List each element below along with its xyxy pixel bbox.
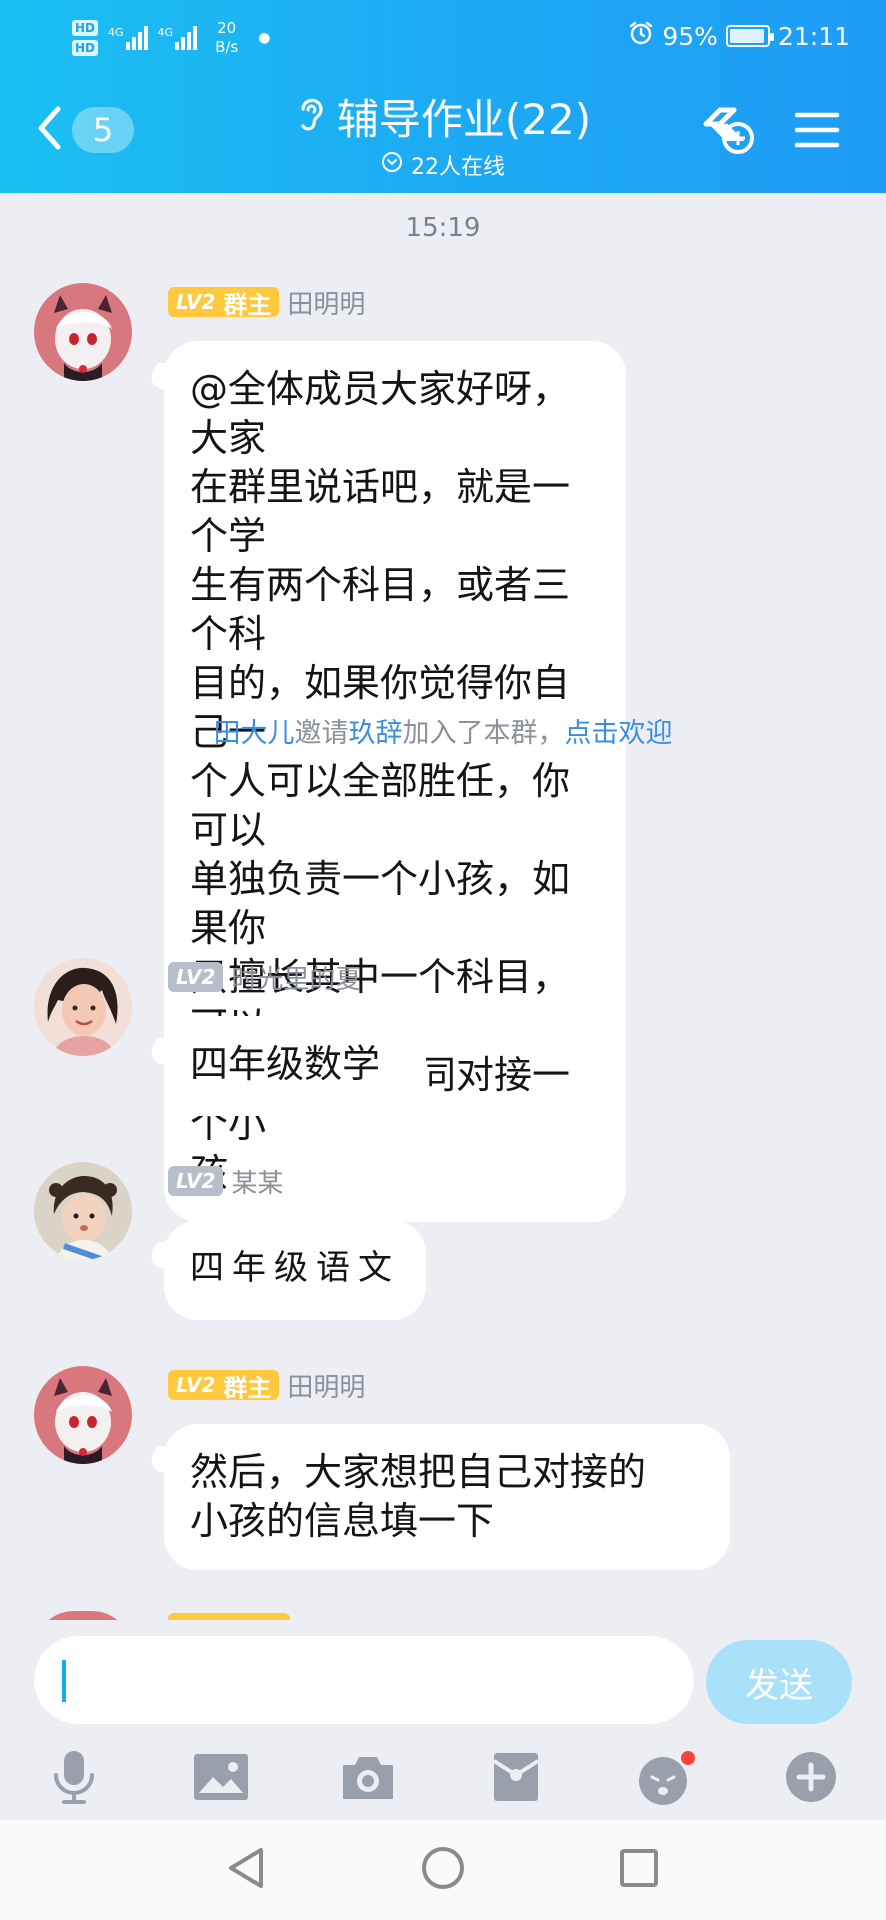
signal-sim1: 4G <box>108 26 148 50</box>
composer-toolbar <box>0 1740 886 1820</box>
level-badge: LV2 <box>168 1166 224 1196</box>
red-packet-button[interactable] <box>481 1744 551 1814</box>
level-badge <box>168 1613 290 1620</box>
sender-name[interactable]: 某某 <box>231 1163 283 1200</box>
network-type-label: 4G <box>157 26 174 39</box>
back-triangle-icon <box>225 1846 269 1894</box>
emoji-button[interactable] <box>628 1744 698 1814</box>
level-badge: LV2 <box>168 962 224 992</box>
network-type-label: 4G <box>108 26 124 39</box>
menu-button[interactable] <box>782 100 852 164</box>
message-bubble[interactable]: 然后，大家想把自己对接的 小孩的信息填一下 <box>164 1424 730 1570</box>
message-timestamp: 15:19 <box>405 213 481 243</box>
notification-dot-icon: ● <box>258 30 271 46</box>
message-item: LV2 群主 田明明 然后，大家想把自己对接的 小孩的信息填一下 <box>34 1366 854 1570</box>
message-meta: LV2 时光里的夏 <box>168 959 361 996</box>
message-meta: LV2 群主 田明明 <box>168 1367 365 1404</box>
clock-time: 21:11 <box>777 21 850 51</box>
hamburger-menu-icon <box>794 110 840 154</box>
signal-bars-icon <box>175 26 198 50</box>
recents-square-icon <box>617 1846 661 1894</box>
level-label: LV2 <box>176 965 216 989</box>
more-button[interactable] <box>776 1744 846 1814</box>
battery-icon <box>725 25 774 47</box>
level-label: LV2 <box>176 1169 216 1193</box>
avatar[interactable] <box>34 283 132 381</box>
network-speed-unit: B/s <box>215 38 239 56</box>
level-label: LV2 <box>176 1373 216 1397</box>
camera-icon <box>339 1753 397 1805</box>
plus-icon <box>784 1750 838 1808</box>
emoji-icon <box>635 1751 695 1807</box>
status-bar-left: HD HD 4G 4G 20 B/s ● <box>72 12 270 64</box>
message-bubble[interactable]: 四年级数学 <box>164 1016 426 1116</box>
alarm-clock-icon <box>628 20 654 52</box>
nav-back-button[interactable] <box>214 1840 280 1900</box>
online-count[interactable]: 22人在线 <box>411 149 505 181</box>
message-item: LV2 某某 四年级语文 <box>34 1162 854 1322</box>
welcome-link[interactable]: 点击欢迎 <box>565 718 673 749</box>
image-icon <box>193 1753 249 1805</box>
signal-bars-icon <box>125 26 148 50</box>
message-meta: LV2 群主 田明明 <box>168 284 365 321</box>
sender-name[interactable]: 田明明 <box>287 1367 365 1404</box>
join-text: 加入了本群， <box>402 718 565 749</box>
online-status-icon <box>381 151 403 179</box>
nav-recents-button[interactable] <box>606 1840 672 1900</box>
level-badge: LV2 群主 <box>168 1370 280 1402</box>
battery-percent: 95% <box>662 21 718 51</box>
sender-name[interactable]: 时光里的夏 <box>231 959 361 996</box>
home-circle-icon <box>421 1846 465 1894</box>
invite-verb: 邀请 <box>294 718 349 749</box>
text-cursor <box>62 1660 66 1702</box>
message-input[interactable] <box>34 1636 694 1724</box>
unread-dot <box>681 1751 695 1765</box>
role-label: 群主 <box>223 1373 272 1402</box>
avatar[interactable] <box>34 1366 132 1464</box>
voice-button[interactable] <box>39 1744 109 1814</box>
role-label: 群主 <box>223 290 272 319</box>
sender-name[interactable]: 田明明 <box>287 284 365 321</box>
linked-chat-icon <box>698 102 760 162</box>
send-button[interactable]: 发送 <box>706 1640 852 1724</box>
composer: 发送 <box>0 1620 886 1820</box>
invitee-name[interactable]: 玖辞 <box>349 718 403 749</box>
message-meta: LV2 某某 <box>168 1163 283 1200</box>
message-list[interactable]: 15:19 LV2 群主 田明明 @全体成员大家好呀，大家 在群里说话吧，就是一… <box>0 193 886 1620</box>
hd-badge: HD <box>72 20 99 36</box>
avatar[interactable] <box>34 1162 132 1260</box>
camera-button[interactable] <box>333 1744 403 1814</box>
system-join-note: 田大儿邀请玖辞加入了本群，点击欢迎 <box>0 711 886 750</box>
image-button[interactable] <box>186 1744 256 1814</box>
hd-indicators: HD HD <box>72 20 99 56</box>
chat-header: HD HD 4G 4G 20 B/s ● 95% 21:11 5 辅导作业(22… <box>0 0 886 193</box>
red-packet-icon <box>492 1751 540 1807</box>
group-title[interactable]: 辅导作业(22) <box>337 86 591 147</box>
status-bar-right: 95% 21:11 <box>628 14 850 58</box>
level-badge: LV2 群主 <box>168 287 280 319</box>
hd-badge: HD <box>72 40 99 56</box>
network-speed-value: 20 <box>217 19 237 37</box>
network-speed: 20 B/s <box>215 19 238 57</box>
system-navigation-bar <box>0 1820 886 1920</box>
microphone-icon <box>50 1749 98 1809</box>
avatar[interactable] <box>34 958 132 1056</box>
ear-icon[interactable] <box>295 95 325 139</box>
group-link-button[interactable] <box>694 100 764 164</box>
signal-sim2: 4G <box>158 26 198 50</box>
message-item: LV2 时光里的夏 四年级数学 <box>34 958 854 1118</box>
avatar <box>34 1611 132 1620</box>
inviter-name[interactable]: 田大儿 <box>214 718 295 749</box>
level-label: LV2 <box>176 290 216 314</box>
nav-home-button[interactable] <box>410 1840 476 1900</box>
message-bubble[interactable]: 四年级语文 <box>164 1220 426 1320</box>
